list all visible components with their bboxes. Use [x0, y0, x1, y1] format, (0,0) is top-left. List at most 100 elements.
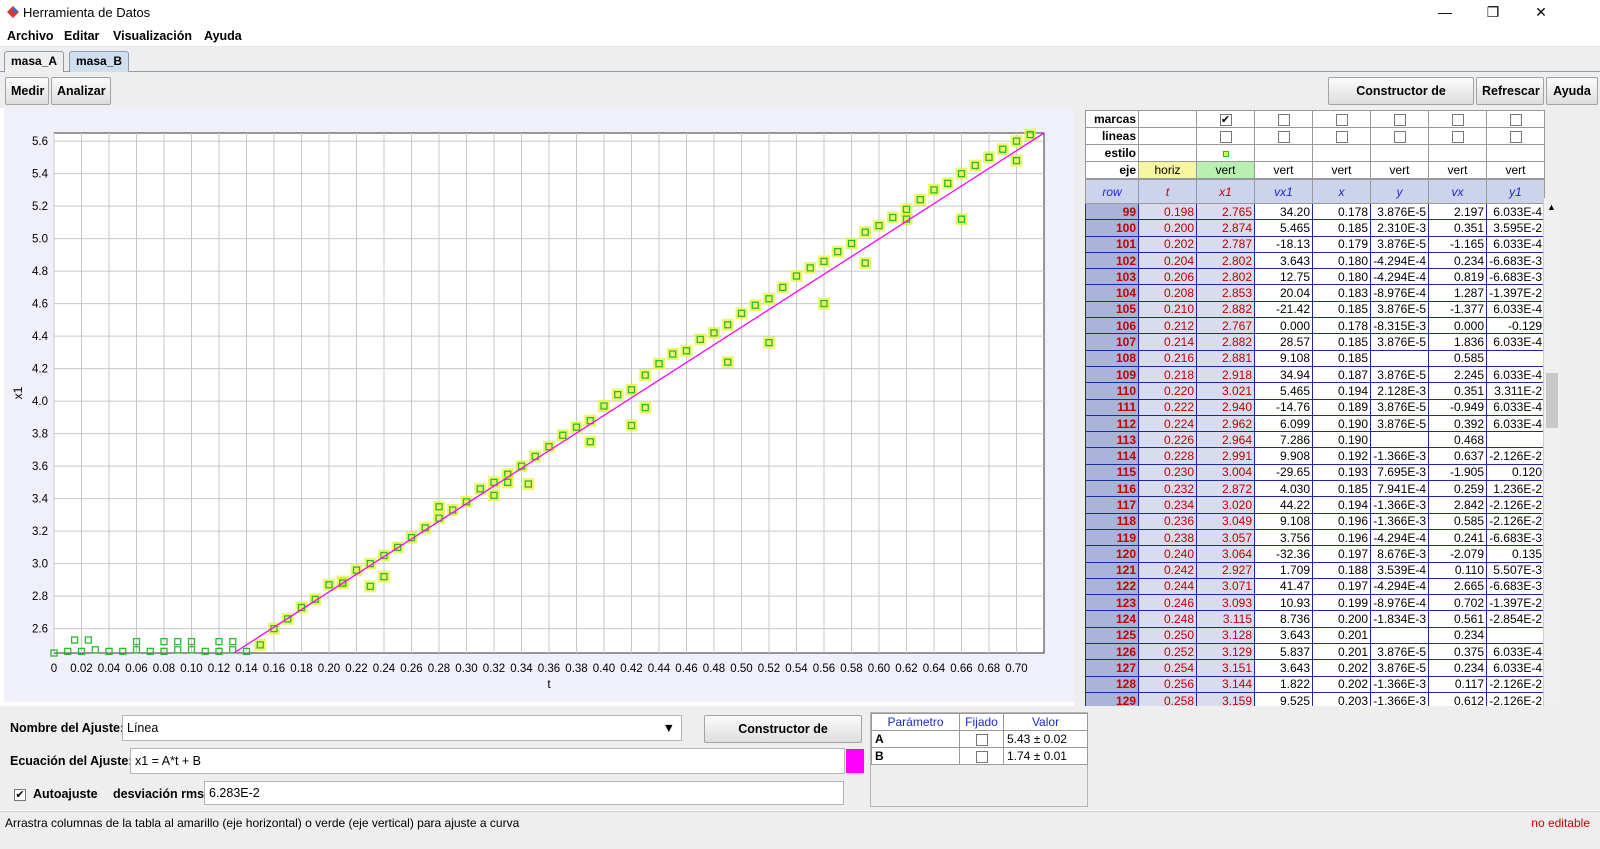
table-cell[interactable]: 0.185	[1312, 349, 1371, 367]
menu-archivo[interactable]: Archivo	[7, 29, 54, 43]
table-cell[interactable]: 3.876E-5	[1370, 398, 1429, 416]
table-cell[interactable]: 0.202	[1312, 675, 1371, 693]
refresh-button[interactable]: Refrescar	[1476, 77, 1544, 105]
table-cell[interactable]: 2.874	[1196, 219, 1255, 237]
table-cell[interactable]: 0.180	[1312, 268, 1371, 286]
table-cell[interactable]: 2.882	[1196, 300, 1255, 319]
fit-builder-button[interactable]: Constructor de Ajustes...	[704, 715, 862, 762]
table-cell[interactable]: 0.117	[1428, 675, 1487, 693]
table-cell[interactable]: 2.842	[1428, 496, 1487, 514]
table-cell[interactable]: 0.220	[1138, 382, 1197, 400]
table-cell[interactable]: 0.000	[1254, 317, 1313, 335]
table-cell[interactable]: 7.286	[1254, 431, 1313, 449]
table-cell[interactable]: 3.876E-5	[1370, 333, 1429, 351]
table-cell[interactable]: 9.108	[1254, 349, 1313, 367]
lines-checkbox[interactable]	[1335, 130, 1348, 143]
table-cell[interactable]: 0.199	[1312, 594, 1371, 612]
table-cell[interactable]: -1.397E-2	[1486, 284, 1545, 302]
param-b-fixed-checkbox[interactable]	[959, 747, 1004, 765]
table-row[interactable]: 112 0.224 2.962 6.099 0.190 3.876E-5 0.392 6.03…	[1085, 414, 1545, 433]
table-cell[interactable]: -32.36	[1254, 545, 1313, 563]
markers-cell[interactable]	[1254, 110, 1313, 128]
table-cell[interactable]: 6.033E-4	[1486, 643, 1545, 661]
table-row[interactable]: 126 0.252 3.129 5.837 0.201 3.876E-5 0.375 6.03…	[1085, 643, 1545, 661]
style-cell[interactable]	[1312, 144, 1371, 162]
table-cell[interactable]: 123	[1085, 594, 1139, 612]
table-cell[interactable]: 0.585	[1428, 512, 1487, 530]
close-button[interactable]: ✕	[1518, 0, 1564, 25]
table-cell[interactable]: 0.210	[1138, 300, 1197, 319]
table-cell[interactable]: 6.099	[1254, 414, 1313, 433]
table-cell[interactable]: 2.918	[1196, 365, 1255, 384]
autofit-checkbox[interactable]: ✔	[14, 787, 26, 801]
table-cell[interactable]	[1370, 349, 1429, 367]
table-cell[interactable]: 3.151	[1196, 659, 1255, 677]
table-cell[interactable]: -1.377	[1428, 300, 1487, 319]
table-row[interactable]: 116 0.232 2.872 4.030 0.185 7.941E-4 0.259 1.23…	[1085, 480, 1545, 498]
table-row[interactable]: 117 0.234 3.020 44.22 0.194 -1.366E-3 2.842 -2.…	[1085, 496, 1545, 514]
style-cell[interactable]	[1196, 144, 1255, 162]
table-cell[interactable]: 3.643	[1254, 659, 1313, 677]
scroll-thumb[interactable]	[1546, 373, 1558, 428]
table-cell[interactable]: 3.004	[1196, 463, 1255, 482]
lines-cell[interactable]	[1312, 127, 1371, 145]
param-a-fixed-checkbox[interactable]	[959, 730, 1004, 748]
fit-name-select[interactable]: Línea ▼	[122, 715, 682, 741]
table-cell[interactable]: 0.468	[1428, 431, 1487, 449]
table-cell[interactable]: 0.212	[1138, 317, 1197, 335]
table-cell[interactable]: 118	[1085, 512, 1139, 530]
table-cell[interactable]: -8.976E-4	[1370, 284, 1429, 302]
axis-cell[interactable]: vert	[1370, 161, 1429, 179]
lines-checkbox[interactable]	[1219, 130, 1232, 143]
table-cell[interactable]: 0.190	[1312, 431, 1371, 449]
table-cell[interactable]: 0.234	[1428, 251, 1487, 270]
column-header[interactable]: x	[1312, 179, 1371, 204]
table-cell[interactable]: 0.197	[1312, 577, 1371, 596]
markers-checkbox[interactable]	[1335, 113, 1348, 126]
table-cell[interactable]: 0.254	[1138, 659, 1197, 677]
table-row[interactable]: 110 0.220 3.021 5.465 0.194 2.128E-3 0.351 3.31…	[1085, 382, 1545, 400]
axis-cell[interactable]: vert	[1486, 161, 1545, 179]
table-cell[interactable]: 0.392	[1428, 414, 1487, 433]
table-cell[interactable]: 2.197	[1428, 202, 1487, 221]
style-cell[interactable]	[1428, 144, 1487, 162]
table-cell[interactable]: 0.185	[1312, 300, 1371, 319]
table-row[interactable]: 99 0.198 2.765 34.20 0.178 3.876E-5 2.197 6.033…	[1085, 202, 1545, 221]
markers-cell[interactable]	[1138, 110, 1197, 128]
table-row[interactable]: 127 0.254 3.151 3.643 0.202 3.876E-5 0.234 6.03…	[1085, 659, 1545, 677]
table-cell[interactable]: 0.192	[1312, 447, 1371, 465]
table-cell[interactable]: 1.822	[1254, 675, 1313, 693]
table-cell[interactable]: 5.507E-3	[1486, 561, 1545, 579]
table-cell[interactable]: 28.57	[1254, 333, 1313, 351]
table-cell[interactable]: 0.187	[1312, 365, 1371, 384]
table-cell[interactable]: 0.234	[1428, 626, 1487, 645]
table-cell[interactable]: 6.033E-4	[1486, 235, 1545, 253]
table-cell[interactable]: 3.876E-5	[1370, 365, 1429, 384]
table-cell[interactable]: 2.128E-3	[1370, 382, 1429, 400]
table-cell[interactable]: 0.375	[1428, 643, 1487, 661]
markers-cell[interactable]: ✔	[1196, 110, 1255, 128]
table-cell[interactable]: 0.228	[1138, 447, 1197, 465]
table-row[interactable]: 113 0.226 2.964 7.286 0.190 0.468	[1085, 431, 1545, 449]
table-cell[interactable]: 103	[1085, 268, 1139, 286]
table-cell[interactable]: 124	[1085, 610, 1139, 628]
table-row[interactable]: 124 0.248 3.115 8.736 0.200 -1.834E-3 0.561 -2.…	[1085, 610, 1545, 628]
table-cell[interactable]: 0.200	[1312, 610, 1371, 628]
param-b-value[interactable]: 1.74 ± 0.01	[1003, 747, 1088, 765]
table-cell[interactable]: 2.767	[1196, 317, 1255, 335]
table-cell[interactable]: 3.643	[1254, 626, 1313, 645]
table-cell[interactable]: 107	[1085, 333, 1139, 351]
minimize-button[interactable]: —	[1422, 0, 1468, 25]
table-cell[interactable]: 0.585	[1428, 349, 1487, 367]
column-header[interactable]: vx	[1428, 179, 1487, 204]
table-cell[interactable]: -18.13	[1254, 235, 1313, 253]
table-cell[interactable]: 3.129	[1196, 643, 1255, 661]
table-cell[interactable]: 0.194	[1312, 382, 1371, 400]
table-cell[interactable]: -1.834E-3	[1370, 610, 1429, 628]
table-row[interactable]: 100 0.200 2.874 5.465 0.185 2.310E-3 0.351 3.59…	[1085, 219, 1545, 237]
table-cell[interactable]: 1.836	[1428, 333, 1487, 351]
data-builder-button[interactable]: Constructor de Datos...	[1328, 77, 1474, 124]
table-cell[interactable]: 1.287	[1428, 284, 1487, 302]
table-cell[interactable]: 2.962	[1196, 414, 1255, 433]
table-cell[interactable]: 0.178	[1312, 317, 1371, 335]
